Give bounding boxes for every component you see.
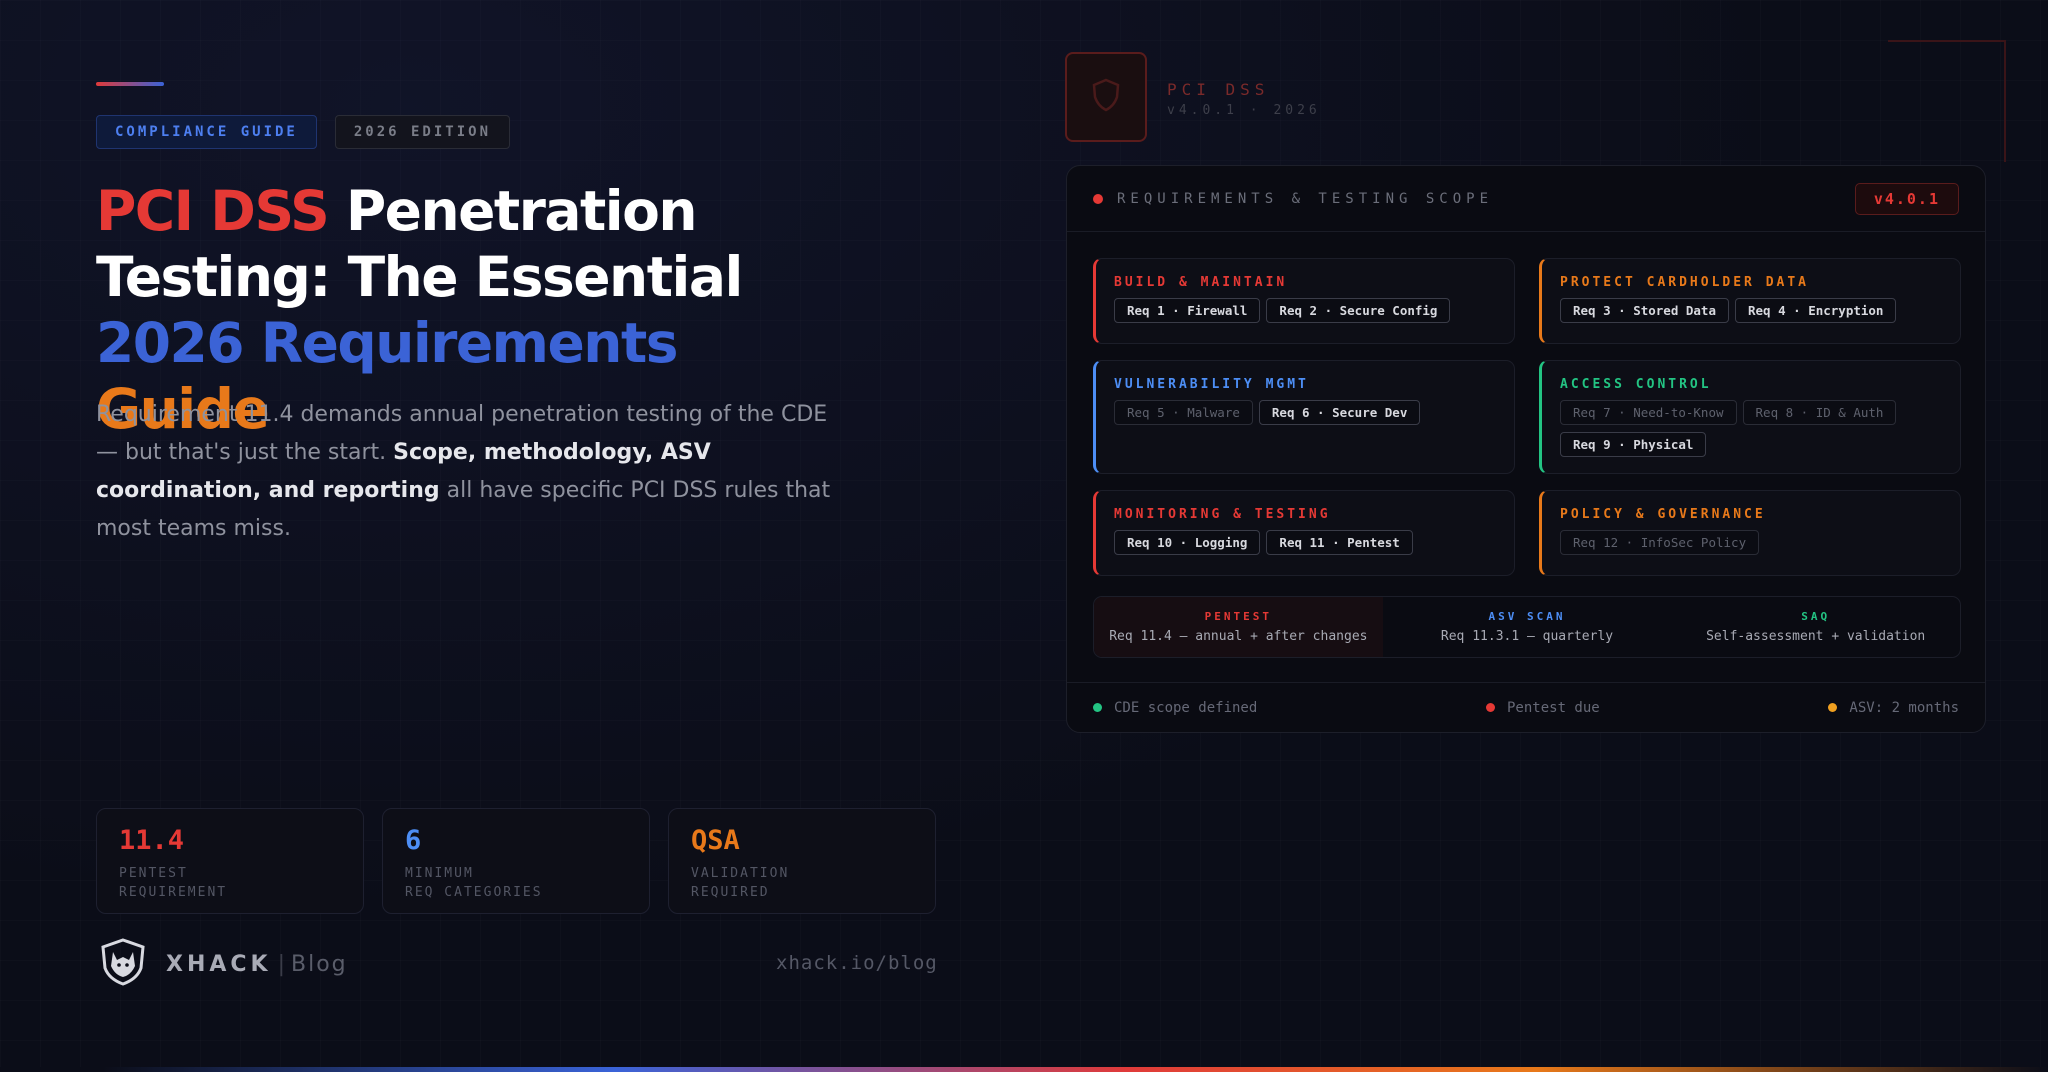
category-card-build: BUILD & MAINTAIN Req 1 · Firewall Req 2 ·… xyxy=(1093,258,1515,344)
status-dot xyxy=(1486,703,1495,712)
summary-value: Req 11.3.1 — quarterly xyxy=(1440,629,1614,644)
title-penetration: Penetration xyxy=(328,179,698,243)
requirement-chip: Req 7 · Need-to-Know xyxy=(1560,400,1737,425)
requirement-chip: Req 5 · Malware xyxy=(1114,400,1253,425)
panel-header-title: PCI DSS v4.0.1 · 2026 xyxy=(1167,80,1321,118)
requirement-chip: Req 4 · Encryption xyxy=(1735,298,1897,323)
requirement-chip: Req 3 · Stored Data xyxy=(1560,298,1729,323)
stat-label: PENTEST REQUIREMENT xyxy=(119,866,228,900)
stat-label: VALIDATION REQUIRED xyxy=(691,866,790,900)
status-text: Pentest due xyxy=(1507,699,1600,716)
title-pci-dss: PCI DSS xyxy=(96,179,330,243)
badge-row: COMPLIANCE GUIDE 2026 EDITION xyxy=(96,115,511,149)
version-subtitle: v4.0.1 · 2026 xyxy=(1167,103,1321,118)
stat-value: 11.4 xyxy=(119,825,185,856)
summary-asv-scan: ASV SCAN Req 11.3.1 — quarterly xyxy=(1383,597,1672,657)
status-dot-red xyxy=(1093,193,1103,204)
brand-blog: Blog xyxy=(291,951,348,977)
stat-card-qsa: QSA VALIDATION REQUIRED xyxy=(668,808,936,914)
category-title: MONITORING & TESTING xyxy=(1114,507,1331,522)
panel-header: REQUIREMENTS & TESTING SCOPE v4.0.1 xyxy=(1067,166,1985,232)
requirement-chip: Req 10 · Logging xyxy=(1114,530,1261,555)
category-title: ACCESS CONTROL xyxy=(1560,377,1712,392)
summary-label: SAQ xyxy=(1801,610,1831,623)
shield-logo-box xyxy=(1065,52,1147,142)
testing-summary: PENTEST Req 11.4 — annual + after change… xyxy=(1093,596,1961,658)
status-text: CDE scope defined xyxy=(1114,699,1258,716)
chip-list: Req 12 · InfoSec Policy xyxy=(1560,530,1942,555)
category-title: POLICY & GOVERNANCE xyxy=(1560,507,1766,522)
category-card-policy: POLICY & GOVERNANCE Req 12 · InfoSec Pol… xyxy=(1539,490,1961,576)
corner-frame xyxy=(1888,40,2006,162)
category-title: BUILD & MAINTAIN xyxy=(1114,275,1288,290)
requirements-panel: REQUIREMENTS & TESTING SCOPE v4.0.1 BUIL… xyxy=(1066,165,1986,733)
summary-pentest: PENTEST Req 11.4 — annual + after change… xyxy=(1094,597,1383,657)
status-dot xyxy=(1093,703,1102,712)
stat-card-pentest: 11.4 PENTEST REQUIREMENT xyxy=(96,808,364,914)
summary-label: ASV SCAN xyxy=(1488,610,1566,623)
summary-value: Req 11.4 — annual + after changes xyxy=(1109,629,1368,644)
shield-icon xyxy=(1091,78,1121,116)
edition-badge: 2026 EDITION xyxy=(334,115,511,149)
compliance-guide-badge: COMPLIANCE GUIDE xyxy=(96,115,317,149)
status-cde-scope: CDE scope defined xyxy=(1093,700,1257,716)
category-card-protect: PROTECT CARDHOLDER DATA Req 3 · Stored D… xyxy=(1539,258,1961,344)
chip-list: Req 10 · Logging Req 11 · Pentest xyxy=(1114,530,1496,555)
bottom-gradient-bar xyxy=(0,1067,2048,1072)
panel-title: REQUIREMENTS & TESTING SCOPE xyxy=(1117,190,1494,207)
chip-list: Req 1 · Firewall Req 2 · Secure Config xyxy=(1114,298,1496,323)
category-card-access: ACCESS CONTROL Req 7 · Need-to-Know Req 8… xyxy=(1539,360,1961,474)
requirement-chip: Req 6 · Secure Dev xyxy=(1258,400,1421,425)
requirement-chip: Req 9 · Physical xyxy=(1560,432,1707,457)
category-title: VULNERABILITY MGMT xyxy=(1114,377,1309,392)
status-asv: ASV: 2 months xyxy=(1828,700,1959,716)
brand-name: XHACK xyxy=(166,951,272,977)
chip-list: Req 5 · Malware Req 6 · Secure Dev xyxy=(1114,400,1496,425)
accent-line xyxy=(96,82,164,86)
status-dot xyxy=(1828,703,1838,712)
brand[interactable]: XHACK | Blog xyxy=(100,938,348,990)
pci-dss-heading: PCI DSS xyxy=(1167,80,1270,99)
requirement-chip: Req 2 · Secure Config xyxy=(1266,298,1451,323)
requirement-chip: Req 1 · Firewall xyxy=(1114,298,1261,323)
status-text: ASV: 2 months xyxy=(1849,699,1959,716)
version-badge: v4.0.1 xyxy=(1854,182,1959,215)
blog-url-link[interactable]: xhack.io/blog xyxy=(776,952,938,974)
chip-list: Req 3 · Stored Data Req 4 · Encryption xyxy=(1560,298,1942,323)
stat-card-categories: 6 MINIMUM REQ CATEGORIES xyxy=(382,808,650,914)
requirement-chip: Req 8 · ID & Auth xyxy=(1742,400,1897,425)
stats-row: 11.4 PENTEST REQUIREMENT 6 MINIMUM REQ C… xyxy=(96,808,936,914)
chip-list: Req 7 · Need-to-Know Req 8 · ID & Auth Req… xyxy=(1560,400,1942,457)
summary-value: Self-assessment + validation xyxy=(1706,629,1926,644)
category-card-vulnerability: VULNERABILITY MGMT Req 5 · Malware Req 6 … xyxy=(1093,360,1515,474)
summary-label: PENTEST xyxy=(1204,610,1273,623)
stat-label: MINIMUM REQ CATEGORIES xyxy=(405,866,543,900)
category-title: PROTECT CARDHOLDER DATA xyxy=(1560,275,1810,290)
panel-footer: CDE scope defined Pentest due ASV: 2 mon… xyxy=(1067,682,1985,732)
stat-value: QSA xyxy=(691,825,740,856)
brand-separator: | xyxy=(277,951,286,977)
wolf-shield-icon xyxy=(100,938,146,990)
category-card-monitoring: MONITORING & TESTING Req 10 · Logging Req… xyxy=(1093,490,1515,576)
summary-saq: SAQ Self-assessment + validation xyxy=(1671,597,1960,657)
requirement-chip: Req 11 · Pentest xyxy=(1266,530,1413,555)
stat-value: 6 xyxy=(405,825,422,856)
requirement-chip: Req 12 · InfoSec Policy xyxy=(1560,530,1760,555)
status-pentest-due: Pentest due xyxy=(1486,700,1600,716)
description: Requirement 11.4 demands annual penetrat… xyxy=(96,396,836,548)
title-line-2: Testing: The Essential xyxy=(96,245,743,309)
title-requirements: 2026 Requirements xyxy=(96,311,678,375)
